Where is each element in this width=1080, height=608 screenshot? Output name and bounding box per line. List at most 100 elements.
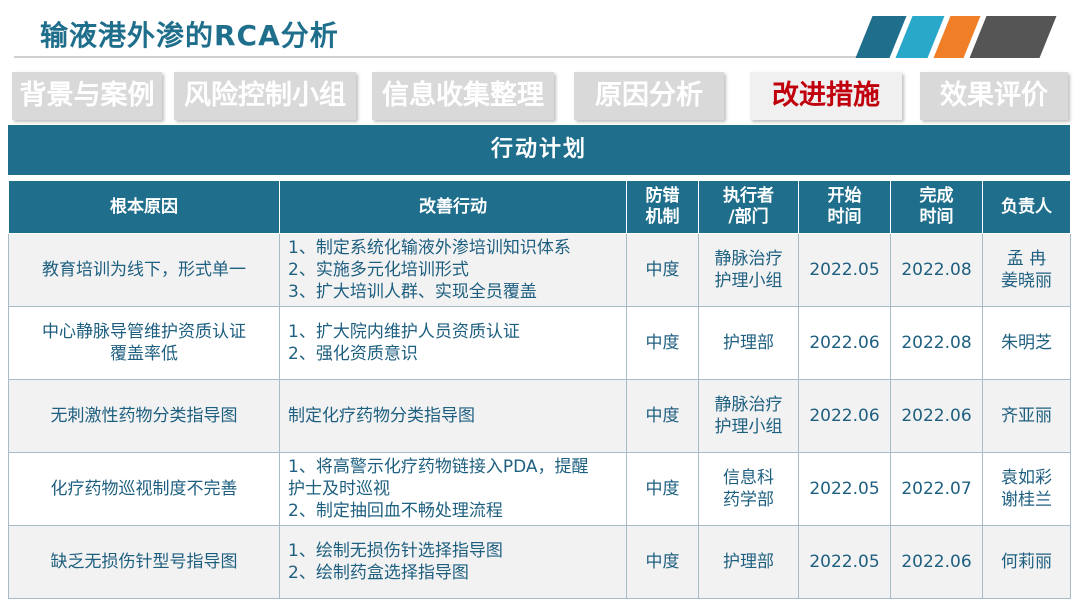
header-executor-text: /部门 — [728, 207, 769, 227]
cell-end-time: 2022.08 — [890, 306, 983, 380]
table-row: 化疗药物巡视制度不完善 1、将高警示化疗药物链接入PDA，提醒 护士及时巡视 2、制定… — [8, 452, 1071, 526]
cell-improvement-action-text: 1、绘制无损伤针选择指导图 — [288, 541, 503, 561]
cell-error-proofing-text: 中度 — [645, 333, 680, 353]
tab-cause-analysis[interactable]: 原因分析 — [574, 72, 724, 120]
cell-executor-text: 静脉治疗 — [714, 395, 783, 415]
cell-end-time: 2022.07 — [890, 452, 983, 526]
cell-executor: 静脉治疗 护理小组 — [698, 379, 799, 453]
cell-executor-text: 静脉治疗 — [714, 249, 783, 269]
cell-root-cause: 无刺激性药物分类指导图 — [8, 379, 280, 453]
cell-error-proofing-text: 中度 — [645, 479, 680, 499]
cell-root-cause-text: 教育培训为线下，形式单一 — [42, 260, 246, 280]
cell-error-proofing: 中度 — [626, 525, 699, 599]
cell-improvement-action-text: 2、强化资质意识 — [288, 344, 418, 364]
cell-start-time-text: 2022.05 — [809, 479, 880, 499]
table-row: 缺乏无损伤针型号指导图 1、绘制无损伤针选择指导图 2、绘制药盒选择指导图 中度 护理部… — [8, 525, 1071, 599]
cell-improvement-action-text: 2、绘制药盒选择指导图 — [288, 563, 469, 583]
header-end-time-text: 完成 — [919, 186, 954, 206]
cell-error-proofing: 中度 — [626, 379, 699, 453]
cell-end-time: 2022.06 — [890, 525, 983, 599]
cell-root-cause: 教育培训为线下，形式单一 — [8, 233, 280, 307]
cell-executor-text: 护理小组 — [714, 417, 783, 437]
cell-start-time-text: 2022.06 — [809, 333, 880, 353]
header-start-time: 开始 时间 — [798, 180, 891, 234]
cell-improvement-action-text: 1、将高警示化疗药物链接入PDA，提醒 — [288, 457, 589, 477]
header-start-time-text: 开始 — [827, 186, 862, 206]
cell-improvement-action-text: 制定化疗药物分类指导图 — [288, 406, 475, 426]
header-end-time: 完成 时间 — [890, 180, 983, 234]
cell-executor: 护理部 — [698, 525, 799, 599]
cell-start-time-text: 2022.05 — [809, 552, 880, 572]
cell-owner-text: 袁如彩 — [1001, 468, 1052, 488]
header-end-time-text: 时间 — [919, 207, 954, 227]
table-row: 无刺激性药物分类指导图 制定化疗药物分类指导图 中度 静脉治疗 护理小组 2022.06 2… — [8, 379, 1071, 453]
cell-owner: 齐亚丽 — [982, 379, 1071, 453]
cell-improvement-action: 1、绘制无损伤针选择指导图 2、绘制药盒选择指导图 — [279, 525, 627, 599]
cell-owner-text: 谢桂兰 — [1001, 490, 1052, 510]
cell-error-proofing: 中度 — [626, 306, 699, 380]
header-error-proofing-text: 机制 — [645, 207, 680, 227]
cell-root-cause-text: 缺乏无损伤针型号指导图 — [50, 552, 238, 572]
cell-improvement-action: 制定化疗药物分类指导图 — [279, 379, 627, 453]
title-divider — [14, 56, 862, 58]
header-improvement-action: 改善行动 — [279, 180, 627, 234]
tab-information-collection[interactable]: 信息收集整理 — [372, 72, 554, 120]
table-row: 中心静脉导管维护资质认证 覆盖率低 1、扩大院内维护人员资质认证 2、强化资质意识 中度… — [8, 306, 1071, 380]
header-improvement-action-text: 改善行动 — [419, 196, 487, 217]
page-title: 输液港外渗的RCA分析 — [40, 19, 339, 52]
stripe-gray — [969, 16, 1057, 58]
cell-owner-text: 齐亚丽 — [1001, 406, 1052, 426]
cell-start-time-text: 2022.06 — [809, 406, 880, 426]
cell-start-time: 2022.05 — [798, 233, 891, 307]
cell-error-proofing-text: 中度 — [645, 260, 680, 280]
table-body: 教育培训为线下，形式单一 1、制定系统化输液外渗培训知识体系 2、实施多元化培训形式… — [8, 233, 1071, 599]
cell-root-cause-text: 覆盖率低 — [110, 344, 178, 364]
tab-effect-evaluation[interactable]: 效果评价 — [920, 72, 1068, 120]
cell-improvement-action-text: 3、扩大培训人群、实现全员覆盖 — [288, 282, 537, 302]
cell-root-cause-text: 化疗药物巡视制度不完善 — [50, 479, 238, 499]
cell-improvement-action-text: 2、制定抽回血不畅处理流程 — [288, 501, 503, 521]
header-root-cause-text: 根本原因 — [110, 196, 178, 217]
cell-improvement-action-text: 1、扩大院内维护人员资质认证 — [288, 322, 520, 342]
cell-error-proofing: 中度 — [626, 233, 699, 307]
tab-background-cases[interactable]: 背景与案例 — [12, 72, 162, 120]
cell-improvement-action: 1、扩大院内维护人员资质认证 2、强化资质意识 — [279, 306, 627, 380]
cell-owner: 袁如彩 谢桂兰 — [982, 452, 1071, 526]
action-plan-table: 根本原因 改善行动 防错 机制 执行者/部门 开始 时间 完成 时间 负责人 教育培训为线下，形式… — [8, 180, 1071, 599]
cell-improvement-action: 1、将高警示化疗药物链接入PDA，提醒 护士及时巡视 2、制定抽回血不畅处理流程 — [279, 452, 627, 526]
cell-owner-text: 朱明芝 — [1001, 333, 1052, 353]
cell-end-time-text: 2022.08 — [901, 260, 972, 280]
cell-start-time-text: 2022.05 — [809, 260, 880, 280]
cell-error-proofing-text: 中度 — [645, 552, 680, 572]
header-owner-text: 负责人 — [1001, 196, 1052, 217]
header-executor-text: 执行者 — [723, 186, 774, 206]
cell-error-proofing: 中度 — [626, 452, 699, 526]
header-executor: 执行者/部门 — [698, 180, 799, 234]
cell-error-proofing-text: 中度 — [645, 406, 680, 426]
cell-end-time-text: 2022.06 — [901, 552, 972, 572]
cell-start-time: 2022.05 — [798, 452, 891, 526]
cell-owner: 何莉丽 — [982, 525, 1071, 599]
cell-executor-text: 护理小组 — [714, 271, 783, 291]
tab-improvement-measures[interactable]: 改进措施 — [750, 72, 902, 120]
cell-executor-text: 信息科 — [723, 468, 774, 488]
cell-root-cause: 化疗药物巡视制度不完善 — [8, 452, 280, 526]
cell-start-time: 2022.05 — [798, 525, 891, 599]
cell-executor: 护理部 — [698, 306, 799, 380]
cell-owner-text: 姜晓丽 — [1001, 271, 1052, 291]
cell-improvement-action: 1、制定系统化输液外渗培训知识体系 2、实施多元化培训形式 3、扩大培训人群、实现全… — [279, 233, 627, 307]
table-header-row: 根本原因 改善行动 防错 机制 执行者/部门 开始 时间 完成 时间 负责人 — [8, 180, 1071, 234]
tab-risk-control-team[interactable]: 风险控制小组 — [174, 72, 356, 120]
cell-owner-text: 何莉丽 — [1001, 552, 1052, 572]
cell-improvement-action-text: 1、制定系统化输液外渗培训知识体系 — [288, 238, 571, 258]
cell-improvement-action-text: 护士及时巡视 — [288, 479, 390, 499]
cell-root-cause: 缺乏无损伤针型号指导图 — [8, 525, 280, 599]
table-row: 教育培训为线下，形式单一 1、制定系统化输液外渗培训知识体系 2、实施多元化培训形式… — [8, 233, 1071, 307]
cell-executor: 信息科 药学部 — [698, 452, 799, 526]
cell-end-time-text: 2022.07 — [901, 479, 972, 499]
cell-root-cause-text: 无刺激性药物分类指导图 — [50, 406, 238, 426]
cell-owner-text: 孟 冉 — [1006, 249, 1047, 269]
header-root-cause: 根本原因 — [8, 180, 280, 234]
header-start-time-text: 时间 — [827, 207, 862, 227]
cell-end-time-text: 2022.08 — [901, 333, 972, 353]
